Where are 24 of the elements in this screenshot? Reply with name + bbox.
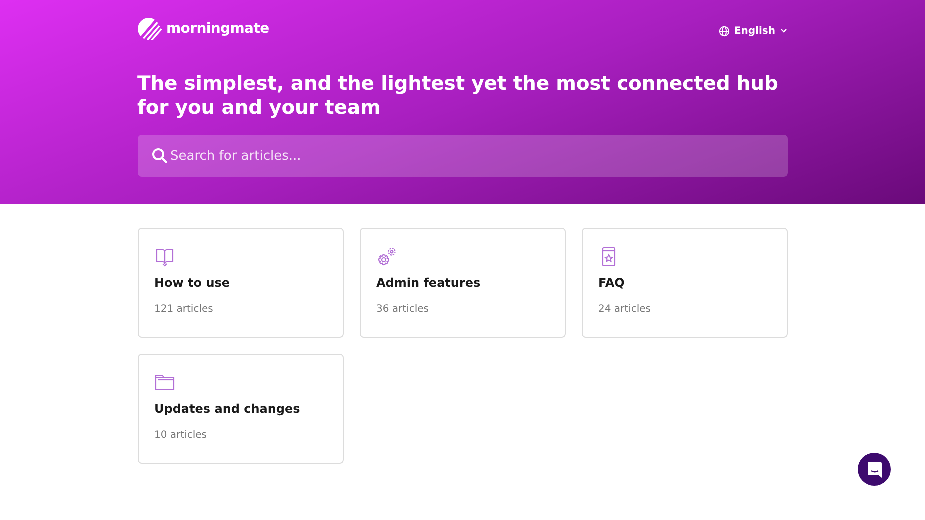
- article-count: 24 articles: [598, 304, 651, 315]
- chat-bubble-icon: [866, 460, 884, 478]
- folder-icon: [154, 373, 174, 393]
- brand-name[interactable]: morningmate: [166, 21, 270, 37]
- gears-icon: [376, 247, 396, 267]
- globe-icon: [719, 26, 730, 36]
- article-count: 36 articles: [376, 304, 429, 315]
- collection-title: Updates and changes: [154, 402, 300, 416]
- book-icon: [154, 247, 174, 267]
- collection-card[interactable]: Admin features 36 articles: [360, 228, 566, 338]
- collection-card[interactable]: Updates and changes 10 articles: [138, 354, 344, 464]
- collection-card[interactable]: FAQ 24 articles: [582, 228, 788, 338]
- collection-title: FAQ: [598, 276, 625, 290]
- chevron-down-icon: [780, 28, 788, 34]
- headline: The simplest, and the lightest yet the most connected hub for you and your team: [138, 72, 780, 120]
- collection-title: Admin features: [376, 276, 481, 290]
- language-selector[interactable]: English: [719, 26, 788, 36]
- collection-title: How to use: [154, 276, 230, 290]
- article-count: 121 articles: [154, 304, 214, 315]
- logo-icon: [138, 18, 164, 40]
- collection-card[interactable]: How to use 121 articles: [138, 228, 344, 338]
- article-count: 10 articles: [154, 430, 207, 441]
- search-icon: [152, 148, 168, 164]
- chat-button[interactable]: [858, 453, 891, 486]
